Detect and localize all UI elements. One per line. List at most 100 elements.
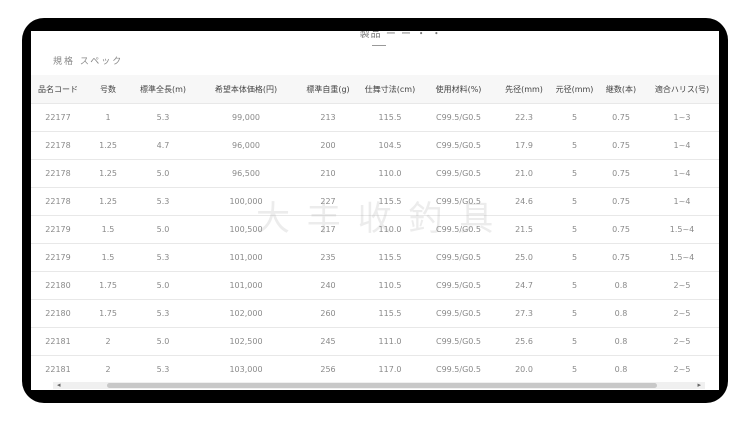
table-cell: 1.25: [85, 159, 131, 188]
scrollbar-thumb[interactable]: [107, 383, 657, 388]
spec-table-wrap[interactable]: 品名コード 号数 標準全長(m) 希望本体価格(円) 標準自重(g) 仕舞寸法(…: [31, 75, 719, 375]
table-cell: 1.5~4: [645, 243, 719, 272]
table-cell: 256: [297, 355, 359, 375]
product-header-title: 製品 ー ー ・ ・: [359, 31, 443, 40]
col-header: 継数(本): [597, 75, 645, 104]
table-row: 22179 1.5 5.3 101,000 235 115.5 C99.5/G0.5 25.0…: [31, 243, 719, 272]
table-cell: 25.6: [496, 327, 552, 356]
table-cell: 1.75: [85, 299, 131, 328]
table-cell: 213: [297, 103, 359, 132]
table-cell: 102,500: [195, 327, 297, 356]
col-header: 先径(mm): [496, 75, 552, 104]
page-screen: 製品 ー ー ・ ・ 規格 スペック 品名コード 号数 標準全長(m) 希望本体…: [31, 31, 719, 390]
table-cell: 96,000: [195, 131, 297, 160]
table-cell: 22178: [31, 159, 85, 188]
table-cell: 0.75: [597, 215, 645, 244]
spec-caption: 規格 スペック: [53, 57, 124, 67]
table-cell: 22180: [31, 299, 85, 328]
table-row: 22177 1 5.3 99,000 213 115.5 C99.5/G0.5 22.3 5 0.…: [31, 103, 719, 132]
table-cell: 22179: [31, 243, 85, 272]
spec-header-row: 品名コード 号数 標準全長(m) 希望本体価格(円) 標準自重(g) 仕舞寸法(…: [31, 75, 719, 104]
table-cell: 2~5: [645, 299, 719, 328]
table-cell: C99.5/G0.5: [421, 243, 496, 272]
table-cell: 115.5: [359, 187, 421, 216]
table-cell: 200: [297, 131, 359, 160]
table-cell: 217: [297, 215, 359, 244]
table-cell: 1.25: [85, 187, 131, 216]
table-cell: 27.3: [496, 299, 552, 328]
table-cell: 0.75: [597, 159, 645, 188]
table-cell: 5.0: [131, 271, 195, 300]
table-cell: 1~4: [645, 159, 719, 188]
table-cell: 240: [297, 271, 359, 300]
table-cell: 5: [552, 327, 597, 356]
table-row: 22178 1.25 5.0 96,500 210 110.0 C99.5/G0.5 21.0…: [31, 159, 719, 188]
table-cell: 5.3: [131, 187, 195, 216]
col-header: 標準全長(m): [131, 75, 195, 104]
table-row: 22181 2 5.0 102,500 245 111.0 C99.5/G0.5 25.6 5 0…: [31, 327, 719, 356]
table-cell: 99,000: [195, 103, 297, 132]
table-cell: 96,500: [195, 159, 297, 188]
table-cell: 100,500: [195, 215, 297, 244]
table-cell: 5: [552, 103, 597, 132]
scroll-left-icon[interactable]: ◂: [57, 381, 61, 389]
col-header: 希望本体価格(円): [195, 75, 297, 104]
table-row: 22181 2 5.3 103,000 256 117.0 C99.5/G0.5 20.0 5 0…: [31, 355, 719, 375]
table-cell: 22178: [31, 187, 85, 216]
table-cell: 5: [552, 215, 597, 244]
table-cell: 2: [85, 355, 131, 375]
table-cell: 5.3: [131, 355, 195, 375]
table-cell: 5.0: [131, 327, 195, 356]
table-cell: 22181: [31, 327, 85, 356]
table-cell: 4.7: [131, 131, 195, 160]
table-cell: C99.5/G0.5: [421, 355, 496, 375]
table-cell: 22178: [31, 131, 85, 160]
table-cell: 110.5: [359, 271, 421, 300]
table-cell: 1: [85, 103, 131, 132]
table-cell: 0.8: [597, 355, 645, 375]
table-cell: 235: [297, 243, 359, 272]
table-cell: 111.0: [359, 327, 421, 356]
spec-table: 品名コード 号数 標準全長(m) 希望本体価格(円) 標準自重(g) 仕舞寸法(…: [31, 75, 719, 375]
table-cell: 24.6: [496, 187, 552, 216]
table-row: 22180 1.75 5.0 101,000 240 110.5 C99.5/G0.5 24.…: [31, 271, 719, 300]
horizontal-scrollbar[interactable]: ◂ ▸: [53, 381, 705, 389]
col-header: 標準自重(g): [297, 75, 359, 104]
col-header: 仕舞寸法(cm): [359, 75, 421, 104]
table-cell: 110.0: [359, 159, 421, 188]
table-cell: 5: [552, 187, 597, 216]
table-cell: 1~3: [645, 103, 719, 132]
table-cell: 22179: [31, 215, 85, 244]
table-cell: 0.8: [597, 327, 645, 356]
scroll-right-icon[interactable]: ▸: [697, 381, 701, 389]
table-cell: 1.5: [85, 243, 131, 272]
table-cell: 5.3: [131, 103, 195, 132]
table-cell: 102,000: [195, 299, 297, 328]
table-cell: C99.5/G0.5: [421, 215, 496, 244]
table-cell: 5.3: [131, 243, 195, 272]
table-row: 22178 1.25 4.7 96,000 200 104.5 C99.5/G0.5 17.9…: [31, 131, 719, 160]
table-cell: 110.0: [359, 215, 421, 244]
table-cell: 1.5: [85, 215, 131, 244]
col-header: 使用材料(%): [421, 75, 496, 104]
table-cell: C99.5/G0.5: [421, 159, 496, 188]
table-row: 22180 1.75 5.3 102,000 260 115.5 C99.5/G0.5 27.…: [31, 299, 719, 328]
table-cell: 103,000: [195, 355, 297, 375]
table-cell: 25.0: [496, 243, 552, 272]
table-cell: 22177: [31, 103, 85, 132]
table-cell: 115.5: [359, 299, 421, 328]
table-cell: 5: [552, 299, 597, 328]
table-cell: C99.5/G0.5: [421, 327, 496, 356]
table-cell: 0.8: [597, 299, 645, 328]
col-header: 号数: [85, 75, 131, 104]
table-cell: 0.75: [597, 187, 645, 216]
table-cell: 2~5: [645, 327, 719, 356]
table-cell: 22180: [31, 271, 85, 300]
table-cell: 5.3: [131, 299, 195, 328]
table-cell: 2~5: [645, 355, 719, 375]
table-cell: 1~4: [645, 131, 719, 160]
table-cell: 5: [552, 159, 597, 188]
table-cell: 21.0: [496, 159, 552, 188]
table-cell: 5: [552, 243, 597, 272]
table-cell: 0.75: [597, 243, 645, 272]
